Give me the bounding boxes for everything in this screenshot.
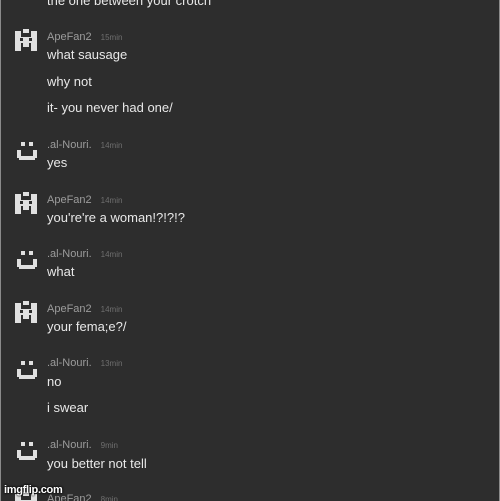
timestamp: 8min xyxy=(100,495,118,501)
username[interactable]: .al-Nouri. xyxy=(47,357,92,369)
face-avatar-icon[interactable] xyxy=(15,140,37,162)
username[interactable]: .al-Nouri. xyxy=(47,439,92,451)
monster-avatar-icon[interactable] xyxy=(15,301,37,323)
face-avatar-icon[interactable] xyxy=(15,249,37,271)
timestamp: 14min xyxy=(100,141,123,150)
chat-log: the one between your crotch ApeFan2 15mi… xyxy=(0,0,500,501)
message-text: yes xyxy=(47,155,68,170)
imgflip-watermark: imgflip.com xyxy=(4,484,63,496)
message-text: you better not tell xyxy=(47,456,147,471)
message-text: the one between your crotch xyxy=(47,0,212,8)
username[interactable]: .al-Nouri. xyxy=(47,248,92,260)
message-header: ApeFan2 14min xyxy=(47,303,122,315)
message-text: you're're a woman!?!?!? xyxy=(47,210,185,225)
message-header: .al-Nouri. 14min xyxy=(47,248,122,260)
message-text: no xyxy=(47,374,62,389)
message-header: .al-Nouri. 13min xyxy=(47,357,122,369)
username[interactable]: .al-Nouri. xyxy=(47,139,92,151)
message-text: it- you never had one/ xyxy=(47,100,173,115)
message-header: .al-Nouri. 14min xyxy=(47,139,122,151)
timestamp: 14min xyxy=(100,250,123,259)
message-text: i swear xyxy=(47,400,89,415)
username[interactable]: ApeFan2 xyxy=(47,194,92,206)
message-text: what xyxy=(47,264,75,279)
timestamp: 13min xyxy=(100,359,123,368)
monster-avatar-icon[interactable] xyxy=(15,192,37,214)
message-header: ApeFan2 15min xyxy=(47,31,122,43)
message-header: .al-Nouri. 9min xyxy=(47,439,118,451)
timestamp: 14min xyxy=(100,305,123,314)
message-text: your fema;e?/ xyxy=(47,319,127,334)
message-text: what sausage xyxy=(47,47,128,62)
username[interactable]: ApeFan2 xyxy=(47,303,92,315)
message-text: why not xyxy=(47,74,92,89)
timestamp: 15min xyxy=(100,33,123,42)
monster-avatar-icon[interactable] xyxy=(15,29,37,51)
face-avatar-icon[interactable] xyxy=(15,359,37,381)
username[interactable]: ApeFan2 xyxy=(47,31,92,43)
timestamp: 9min xyxy=(100,441,118,450)
message-header: ApeFan2 14min xyxy=(47,194,122,206)
timestamp: 14min xyxy=(100,196,123,205)
face-avatar-icon[interactable] xyxy=(15,440,37,462)
